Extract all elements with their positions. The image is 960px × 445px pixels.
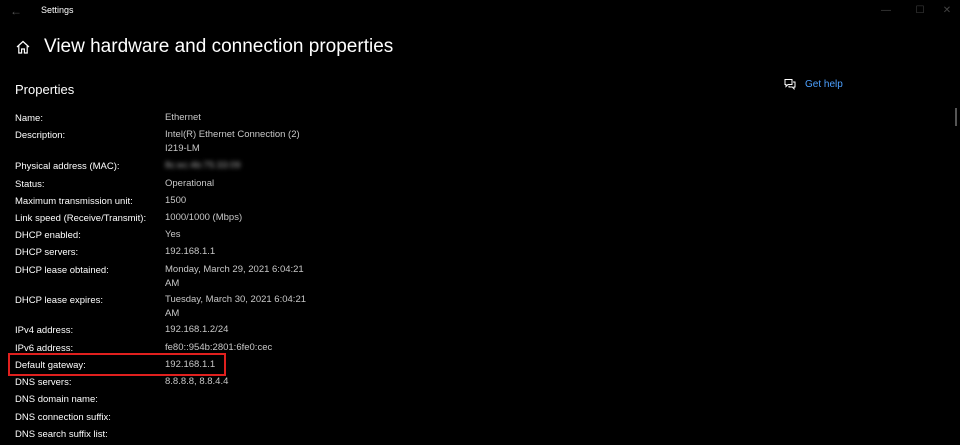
status-label: Status: (15, 179, 45, 190)
dhcp-servers-label: DHCP servers: (15, 247, 79, 258)
minimize-button[interactable]: — (869, 0, 903, 22)
lease-obtained-label: DHCP lease obtained: (15, 265, 109, 276)
dns-domain-label: DNS domain name: (15, 394, 98, 405)
ipv4-value: 192.168.1.2/24 (165, 324, 229, 335)
description-value-line1: Intel(R) Ethernet Connection (2) (165, 129, 300, 140)
title-bar: ← Settings — ☐ ✕ (0, 0, 960, 22)
page-title: View hardware and connection properties (44, 36, 394, 57)
dns-servers-label: DNS servers: (15, 377, 72, 388)
mtu-value: 1500 (165, 195, 187, 206)
dhcp-enabled-value: Yes (165, 229, 181, 240)
close-button[interactable]: ✕ (930, 0, 960, 22)
lease-expires-value-line1: Tuesday, March 30, 2021 6:04:21 (165, 294, 307, 305)
name-label: Name: (15, 113, 43, 124)
mac-label: Physical address (MAC): (15, 161, 120, 172)
gateway-highlight-box (8, 353, 226, 376)
lease-obtained-value-line2: AM (165, 278, 180, 289)
link-speed-label: Link speed (Receive/Transmit): (15, 213, 147, 224)
dhcp-servers-value: 192.168.1.1 (165, 246, 216, 257)
chat-help-icon (784, 79, 796, 90)
get-help-link[interactable]: Get help (784, 77, 843, 91)
dns-search-label: DNS search suffix list: (15, 429, 108, 440)
lease-expires-label: DHCP lease expires: (15, 295, 104, 306)
window-title: Settings (41, 5, 74, 15)
lease-obtained-value-line1: Monday, March 29, 2021 6:04:21 (165, 264, 304, 275)
get-help-label: Get help (805, 78, 843, 90)
ipv4-label: IPv4 address: (15, 325, 74, 336)
dhcp-enabled-label: DHCP enabled: (15, 230, 81, 241)
status-value: Operational (165, 178, 215, 189)
lease-expires-value-line2: AM (165, 308, 180, 319)
dns-suffix-label: DNS connection suffix: (15, 412, 111, 423)
home-icon[interactable] (15, 39, 31, 55)
link-speed-value: 1000/1000 (Mbps) (165, 212, 243, 223)
name-value: Ethernet (165, 112, 201, 123)
dns-servers-value: 8.8.8.8, 8.8.4.4 (165, 376, 229, 387)
mac-value: 8c:ec:4b:75:33:09 (165, 160, 241, 171)
mtu-label: Maximum transmission unit: (15, 196, 133, 207)
section-title: Properties (15, 82, 75, 97)
back-arrow-icon[interactable]: ← (8, 3, 24, 19)
description-label: Description: (15, 130, 66, 141)
description-value-line2: I219-LM (165, 143, 200, 154)
scrollbar-thumb[interactable] (955, 108, 957, 126)
